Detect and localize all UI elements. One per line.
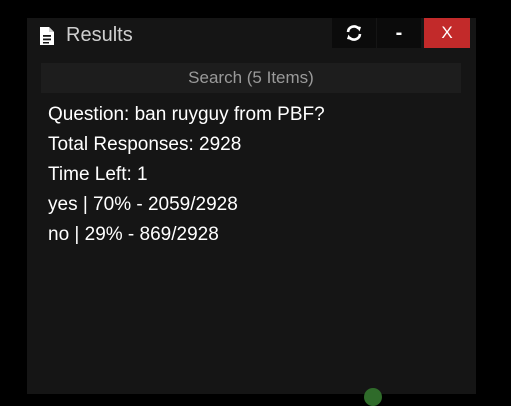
background-decoration	[364, 388, 382, 406]
window-title: Results	[66, 24, 133, 46]
refresh-icon	[346, 25, 362, 41]
search-bar[interactable]: Search (5 Items)	[41, 63, 461, 93]
results-list: Question: ban ruyguy from PBF? Total Res…	[48, 100, 458, 250]
document-icon	[38, 26, 56, 46]
title-bar[interactable]: Results - X	[27, 18, 476, 50]
refresh-button[interactable]	[332, 18, 376, 48]
total-responses-text: Total Responses: 2928	[48, 134, 242, 155]
close-button[interactable]: X	[424, 18, 470, 48]
minimize-button[interactable]: -	[377, 18, 421, 48]
result-no: no | 29% - 869/2928	[48, 224, 219, 245]
question-text: Question: ban ruyguy from PBF?	[48, 104, 325, 125]
result-yes: yes | 70% - 2059/2928	[48, 194, 238, 215]
time-left-text: Time Left: 1	[48, 164, 148, 185]
results-window: Results - X Search (5 Items) Question: b…	[27, 18, 476, 394]
